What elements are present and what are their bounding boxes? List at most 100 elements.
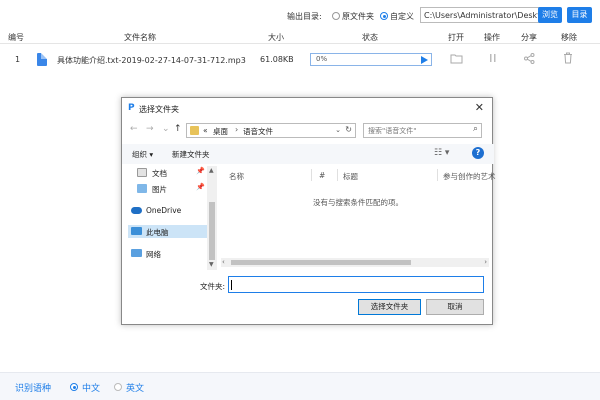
header-remove: 移除 (561, 33, 577, 42)
row-file-name: 具体功能介绍.txt-2019-02-27-14-07-31-712.mp3 (57, 56, 246, 65)
output-bar: 输出目录: 原文件夹 自定义 C:\Users\Administrator\De… (0, 0, 600, 30)
picture-icon (137, 184, 147, 193)
nav-item-label: OneDrive (146, 206, 182, 215)
scroll-left-icon[interactable]: ‹ (222, 258, 225, 266)
pin-icon[interactable]: 📌 (196, 183, 205, 191)
browse-button[interactable]: 浏览 (538, 7, 562, 23)
nav-item-label: 此电脑 (146, 228, 169, 237)
output-dir-label: 输出目录: (287, 12, 322, 21)
pause-icon[interactable] (489, 53, 497, 66)
column-name[interactable]: 名称 (229, 171, 244, 182)
header-action: 操作 (484, 33, 500, 42)
scroll-down-icon[interactable]: ▼ (209, 261, 214, 268)
folder-name-label: 文件夹: (200, 282, 226, 291)
nav-pane-scrollbar[interactable]: ▲ ▼ (207, 166, 217, 270)
radio-english[interactable] (114, 383, 122, 391)
nav-item-label: 文档 (152, 169, 167, 178)
organize-button[interactable]: 组织 ▾ (132, 149, 153, 160)
navigation-pane: 文档 📌 图片 📌 OneDrive 此电脑 网络 (128, 166, 218, 270)
directory-button[interactable]: 目录 (567, 7, 592, 23)
file-list-hscrollbar[interactable]: ‹ › (221, 258, 489, 267)
trash-icon[interactable] (563, 52, 573, 67)
nav-item-label: 图片 (152, 185, 167, 194)
back-arrow-icon[interactable]: ← (130, 124, 138, 134)
table-row: 1 具体功能介绍.txt-2019-02-27-14-07-31-712.mp3… (0, 46, 600, 74)
header-index: 编号 (8, 33, 24, 42)
header-open: 打开 (448, 33, 464, 42)
text-caret (231, 280, 232, 290)
scroll-thumb[interactable] (209, 202, 215, 260)
nav-item-network[interactable]: 网络 (128, 247, 212, 260)
computer-icon (131, 227, 142, 235)
select-folder-button[interactable]: 选择文件夹 (358, 299, 421, 315)
up-arrow-icon[interactable]: ↑ (174, 124, 182, 134)
network-icon (131, 249, 142, 257)
folder-name-input[interactable] (228, 276, 484, 293)
file-table-header: 编号 文件名称 大小 状态 打开 操作 分享 移除 (0, 30, 600, 44)
header-status: 状态 (362, 33, 378, 42)
header-name: 文件名称 (124, 33, 156, 42)
column-number[interactable]: # (319, 171, 325, 180)
search-icon: ⌕ (472, 124, 478, 134)
play-icon[interactable] (421, 56, 428, 64)
nav-item-this-pc[interactable]: 此电脑 (128, 225, 212, 238)
pin-icon[interactable]: 📌 (196, 167, 205, 175)
search-input[interactable]: 搜索"语音文件" ⌕ (363, 123, 482, 138)
dialog-title: 选择文件夹 (139, 105, 179, 114)
scroll-right-icon[interactable]: › (484, 258, 487, 266)
help-icon[interactable]: ? (472, 147, 484, 159)
nav-item-pictures[interactable]: 图片 📌 (128, 182, 212, 195)
row-file-size: 61.08KB (260, 55, 294, 64)
breadcrumb-desktop[interactable]: 桌面 (213, 126, 228, 137)
recent-dropdown-icon[interactable]: ⌄ (162, 124, 170, 134)
nav-item-documents[interactable]: 文档 📌 (128, 166, 212, 179)
share-icon[interactable] (524, 53, 535, 67)
column-artist[interactable]: 参与创作的艺术 (443, 171, 496, 182)
search-placeholder: 搜索"语音文件" (368, 127, 417, 135)
breadcrumb-voice-files[interactable]: 语音文件 (243, 126, 273, 137)
nav-item-onedrive[interactable]: OneDrive (128, 204, 212, 217)
radio-chinese[interactable] (70, 383, 78, 391)
radio-original-folder-label[interactable]: 原文件夹 (342, 11, 374, 22)
view-options-icon[interactable]: ☷ ▾ (434, 148, 449, 158)
radio-custom-folder[interactable] (380, 12, 388, 20)
radio-english-label[interactable]: 英文 (126, 381, 144, 394)
breadcrumb-separator: › (235, 125, 239, 134)
forward-arrow-icon[interactable]: → (146, 124, 154, 134)
header-share: 分享 (521, 33, 537, 42)
file-list-pane: 名称 # 标题 参与创作的艺术 没有与搜索条件匹配的项。 ‹ › (221, 166, 496, 270)
radio-chinese-label[interactable]: 中文 (82, 381, 100, 394)
radio-original-folder[interactable] (332, 12, 340, 20)
row-index: 1 (15, 55, 21, 64)
column-divider (337, 169, 338, 181)
new-folder-button[interactable]: 新建文件夹 (172, 149, 210, 160)
document-icon (137, 168, 147, 177)
language-bar: 识别语种 中文 英文 (0, 372, 600, 400)
audio-file-icon (37, 53, 47, 66)
column-divider (437, 169, 438, 181)
breadcrumb-prefix: « (203, 126, 208, 135)
cloud-icon (131, 207, 142, 214)
address-bar[interactable]: « 桌面 › 语音文件 ⌄ ↻ (186, 123, 356, 138)
row-progress-text: 0% (316, 55, 328, 63)
folder-icon (190, 126, 199, 135)
dialog-toolbar: 组织 ▾ 新建文件夹 ☷ ▾ ? (122, 144, 494, 164)
radio-custom-folder-label[interactable]: 自定义 (390, 11, 414, 22)
empty-message: 没有与搜索条件匹配的项。 (313, 198, 403, 207)
app-logo-icon: P (128, 103, 135, 113)
column-divider (311, 169, 312, 181)
scroll-up-icon[interactable]: ▲ (209, 167, 214, 174)
select-folder-dialog: P 选择文件夹 ✕ ← → ⌄ ↑ « 桌面 › 语音文件 ⌄ ↻ 搜索"语音文… (121, 97, 496, 325)
output-path-input[interactable]: C:\Users\Administrator\Desktop (420, 7, 540, 23)
close-icon[interactable]: ✕ (475, 101, 484, 114)
address-dropdown-icon[interactable]: ⌄ (335, 126, 341, 134)
header-size: 大小 (268, 33, 284, 42)
cancel-button[interactable]: 取消 (426, 299, 484, 315)
column-title[interactable]: 标题 (343, 171, 358, 182)
refresh-icon[interactable]: ↻ (345, 125, 352, 134)
scroll-thumb[interactable] (231, 260, 411, 265)
row-progress-bar: 0% (310, 53, 432, 66)
open-folder-icon[interactable] (450, 53, 463, 67)
nav-item-label: 网络 (146, 250, 161, 259)
recognition-language-label: 识别语种 (15, 384, 52, 394)
